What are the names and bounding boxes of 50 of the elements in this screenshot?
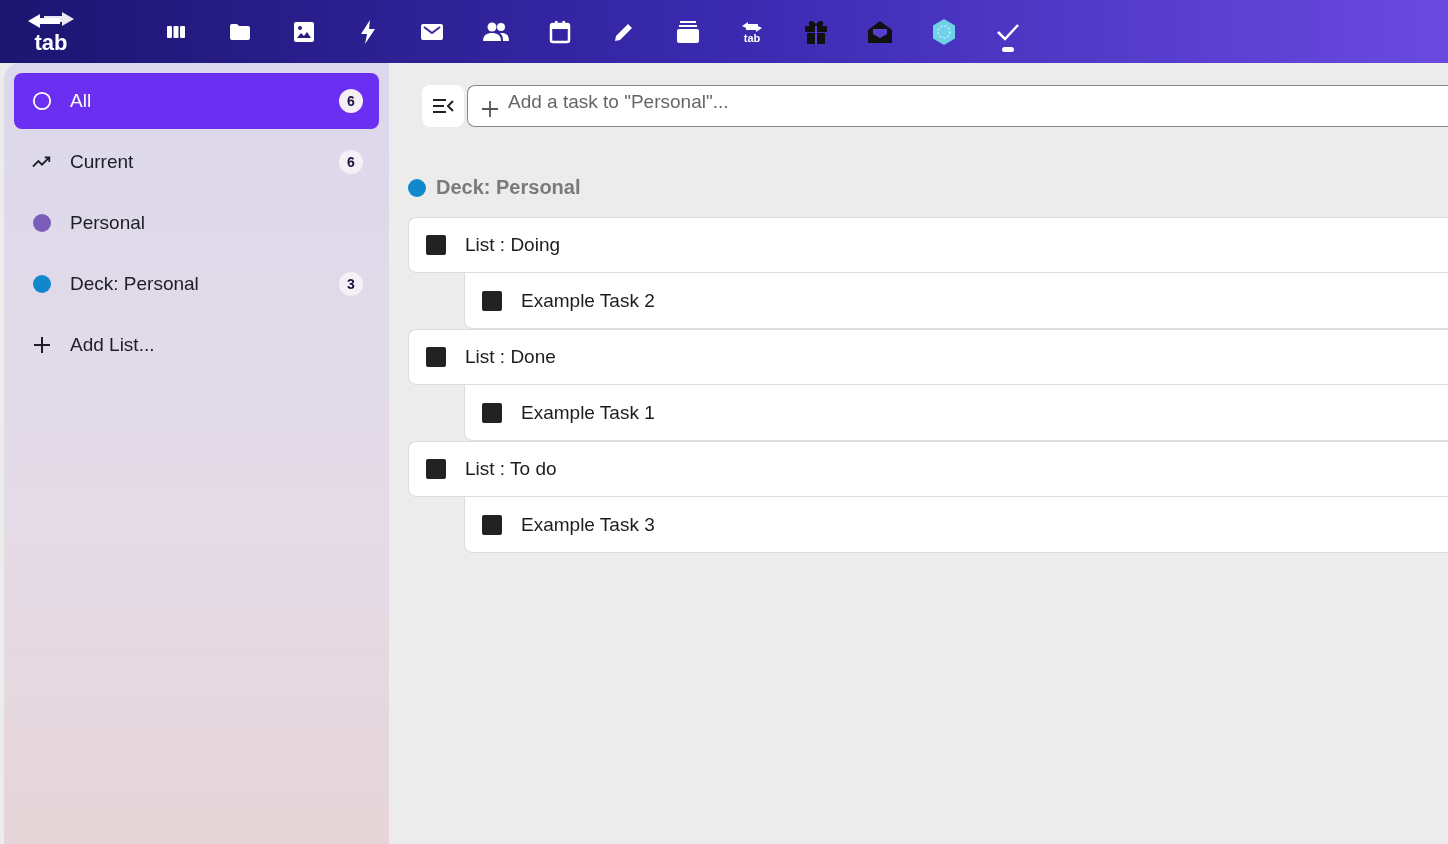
trend-icon <box>32 155 52 169</box>
task-row[interactable]: Example Task 1 <box>464 385 1448 441</box>
list-row[interactable]: List : Done <box>408 329 1448 385</box>
list-row[interactable]: List : Doing <box>408 217 1448 273</box>
hexagon-icon <box>931 17 957 46</box>
task-row[interactable]: Example Task 3 <box>464 497 1448 553</box>
lightning-icon <box>359 18 377 45</box>
checkbox[interactable] <box>426 459 446 479</box>
count-badge: 6 <box>339 150 363 174</box>
sidebar-item[interactable]: Personal <box>14 195 379 251</box>
circle-icon <box>32 90 52 112</box>
sidebar-item[interactable]: Deck: Personal 3 <box>14 256 379 312</box>
list-title: List : Done <box>465 346 556 368</box>
count-badge: 3 <box>339 272 363 296</box>
checkbox[interactable] <box>426 347 446 367</box>
sidebar-item[interactable]: Add List... <box>14 317 379 373</box>
task-title: Example Task 2 <box>521 289 655 312</box>
calendar-icon <box>549 19 571 44</box>
count-badge: 6 <box>339 89 363 113</box>
section-title: Deck: Personal <box>436 176 581 199</box>
gift-icon <box>804 18 828 45</box>
checkbox[interactable] <box>426 235 446 255</box>
columns-icon <box>166 24 186 39</box>
envelope-open-icon <box>867 19 893 44</box>
plus-icon <box>482 101 498 117</box>
image-icon <box>293 20 315 43</box>
task-title: Example Task 1 <box>521 401 655 424</box>
mail-icon <box>420 22 444 41</box>
list-row[interactable]: List : To do <box>408 441 1448 497</box>
task-row[interactable]: Example Task 2 <box>464 273 1448 329</box>
task-input[interactable]: Add a task to "Personal"... <box>508 91 1434 113</box>
sidebar-item[interactable]: Current 6 <box>14 134 379 190</box>
checkbox[interactable] <box>482 514 502 535</box>
folder-icon <box>229 22 251 41</box>
arrows-icon <box>741 20 763 33</box>
app-button[interactable]: tab <box>720 0 784 63</box>
task-title: Example Task 3 <box>521 513 655 536</box>
plus-icon <box>33 336 51 354</box>
checkbox[interactable] <box>482 290 502 311</box>
selected-indicator <box>1002 47 1014 52</box>
stack-icon <box>676 19 700 44</box>
list-title: List : Doing <box>465 234 561 256</box>
collapse-menu-button[interactable] <box>422 85 464 127</box>
checkbox[interactable] <box>482 402 502 423</box>
add-task-field[interactable]: Add a task to "Personal"... <box>467 85 1448 127</box>
sidebar-item[interactable]: All 6 <box>14 73 379 129</box>
people-icon <box>482 21 510 42</box>
logo-text: tab <box>34 32 68 53</box>
list-title: List : To do <box>465 458 557 480</box>
menu-collapse-icon <box>432 98 454 114</box>
